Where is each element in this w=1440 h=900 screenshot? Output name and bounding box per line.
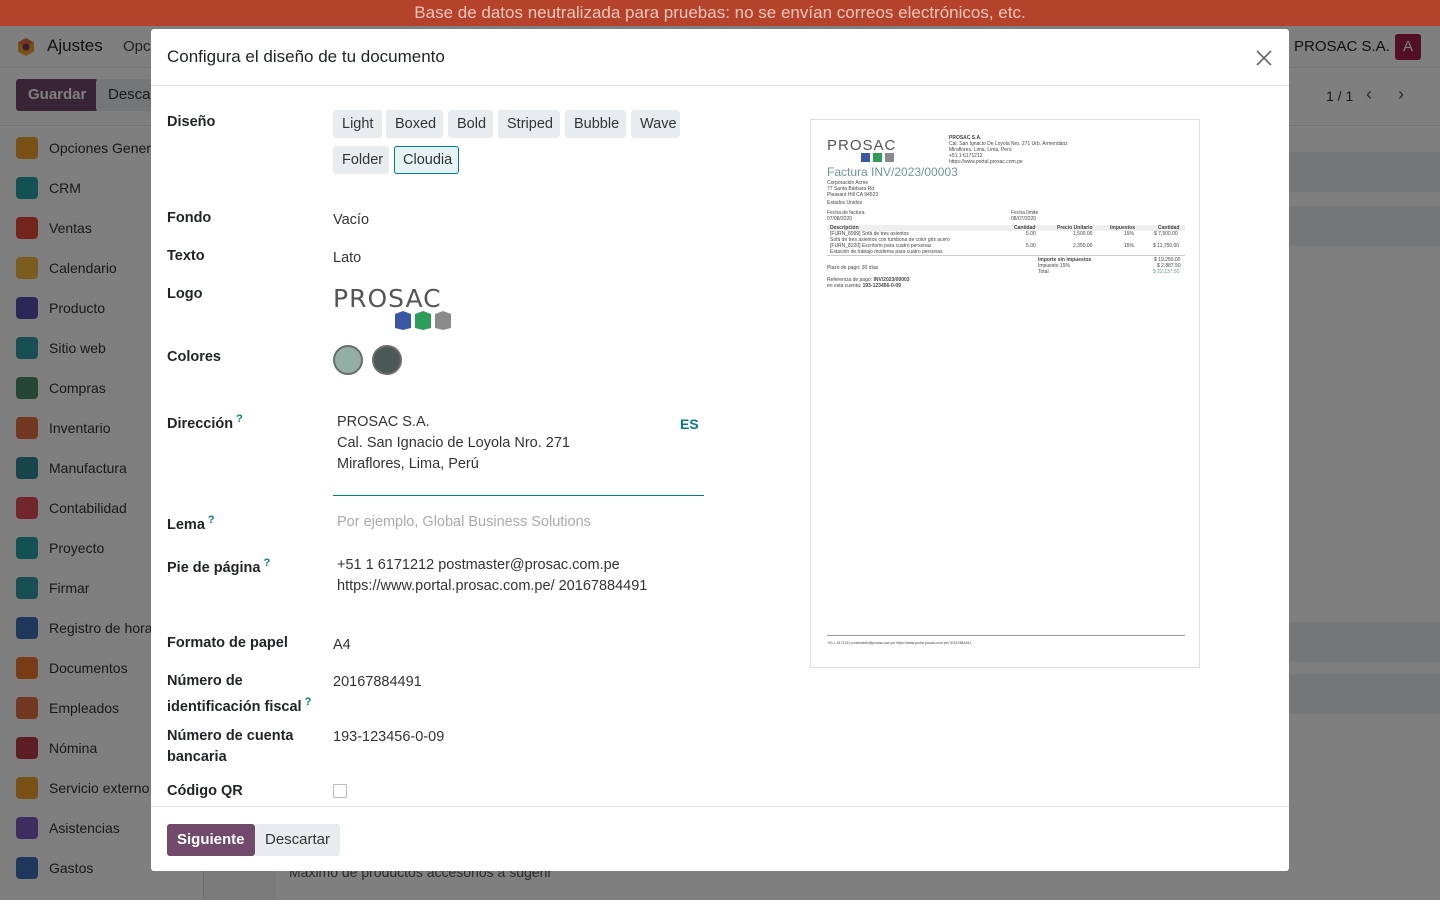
layout-option-bubble[interactable]: Bubble — [565, 110, 626, 138]
preview-footer-text: +51 1 6171212 postmaster@prosac.com.pe h… — [827, 641, 972, 645]
preview-payment-terms: Plazo de pago: 30 días — [827, 265, 879, 271]
footer-label: Pie de página? — [167, 557, 271, 576]
preview-due-date: 08/07/2020 — [1011, 216, 1037, 222]
footer-text-line[interactable]: +51 1 6171212 postmaster@prosac.com.pe — [337, 557, 620, 573]
preview-table-rule — [827, 255, 1185, 256]
logo-label: Logo — [167, 286, 203, 302]
document-layout-dialog: Configura el diseño de tu documento Dise… — [151, 29, 1289, 871]
preview-footer-rule — [827, 635, 1185, 636]
logo-wordmark: PROSAC — [333, 284, 442, 313]
layout-option-light[interactable]: Light — [333, 110, 382, 138]
address-label: Dirección? — [167, 413, 243, 432]
qr-code-checkbox[interactable] — [333, 784, 347, 798]
preview-row-amount: $ 11,750.00 — [1153, 243, 1180, 249]
dialog-body: Diseño Light Boxed Bold Striped Bubble Wave Fo… — [151, 86, 1289, 806]
bank-account-select[interactable]: 193-123456-0-09 — [333, 727, 444, 748]
preview-total-amount: $ 22,137.50 — [1153, 269, 1180, 275]
preview-customer-line: Estados Unidos — [827, 200, 863, 206]
layout-option-boxed[interactable]: Boxed — [386, 110, 443, 138]
language-button[interactable]: ES — [680, 416, 699, 432]
tax-id-input[interactable]: 20167884491 — [333, 672, 422, 693]
layout-option-wave[interactable]: Wave — [631, 110, 680, 138]
dialog-title: Configura el diseño de tu documento — [167, 47, 445, 66]
preview-company-line: https://www.portal.prosac.com.pe — [949, 159, 1023, 165]
preview-row-price: 1,500.00 — [1073, 231, 1093, 237]
test-database-banner: Base de datos neutralizada para pruebas:… — [0, 0, 1440, 26]
address-line: Miraflores, Lima, Perú — [337, 456, 479, 472]
address-field[interactable]: PROSAC S.A. Cal. San Ignacio de Loyola N… — [333, 408, 704, 496]
preview-invoice-title: Factura INV/2023/00003 — [827, 165, 958, 179]
tagline-input[interactable]: Por ejemplo, Global Business Solutions — [337, 514, 591, 530]
background-label: Fondo — [167, 210, 212, 226]
close-icon[interactable] — [1253, 47, 1275, 69]
discard-dialog-button[interactable]: Descartar — [255, 824, 341, 856]
preview-row-amount: $ 7,500.00 — [1154, 231, 1178, 237]
preview-logo-cubes-icon — [861, 153, 894, 162]
preview-total-label: Total — [1038, 269, 1049, 275]
company-logo-image[interactable]: PROSAC — [333, 284, 457, 332]
preview-customer-line: Pleasant Hill CA 94523 — [827, 192, 879, 198]
layout-option-bold[interactable]: Bold — [448, 110, 493, 138]
invoice-preview: PROSAC PROSAC S.A. Cal. San Ignacio De L… — [810, 119, 1200, 668]
logo-cubes-icon — [395, 311, 451, 330]
tagline-label: Lema? — [167, 514, 215, 533]
next-button[interactable]: Siguiente — [167, 824, 255, 856]
preview-account: en esta cuenta: 193-123456-0-09 — [827, 283, 901, 289]
paper-format-select[interactable]: A4 — [333, 635, 351, 656]
preview-row-price: 2,350.00 — [1073, 243, 1093, 249]
footer-text-line[interactable]: https://www.portal.prosac.com.pe/ 201678… — [337, 578, 647, 594]
layout-option-cloudia[interactable]: Cloudia — [394, 146, 459, 174]
preview-row-qty: 5.00 — [1026, 243, 1036, 249]
primary-color-swatch[interactable] — [333, 345, 363, 375]
address-line: Cal. San Ignacio de Loyola Nro. 271 — [337, 435, 570, 451]
font-label: Texto — [167, 248, 205, 264]
preview-logo: PROSAC — [827, 137, 897, 154]
layout-option-striped[interactable]: Striped — [498, 110, 560, 138]
help-tooltip-icon[interactable]: ? — [305, 696, 312, 708]
bank-account-label: Número de cuenta bancaria — [167, 728, 294, 765]
help-tooltip-icon[interactable]: ? — [236, 413, 243, 425]
font-select[interactable]: Lato — [333, 248, 361, 269]
dialog-footer: Siguiente Descartar — [151, 806, 1289, 871]
tax-id-label: Número de identificación fiscal? — [167, 673, 312, 715]
address-line: PROSAC S.A. — [337, 414, 430, 430]
preview-invoice-date: 07/08/2020 — [827, 216, 853, 222]
help-tooltip-icon[interactable]: ? — [208, 514, 215, 526]
help-tooltip-icon[interactable]: ? — [263, 557, 270, 569]
paper-format-label: Formato de papel — [167, 635, 288, 651]
background-select[interactable]: Vacío — [333, 210, 369, 231]
secondary-color-swatch[interactable] — [372, 345, 402, 375]
qr-code-label: Código QR — [167, 783, 243, 799]
preview-row-tax: 15% — [1124, 231, 1135, 237]
dialog-header: Configura el diseño de tu documento — [151, 29, 1289, 86]
colors-label: Colores — [167, 349, 221, 365]
preview-row-qty: 5.00 — [1026, 231, 1036, 237]
layout-option-folder[interactable]: Folder — [333, 146, 389, 174]
preview-row-tax: 15% — [1124, 243, 1135, 249]
layout-label: Diseño — [167, 114, 216, 130]
